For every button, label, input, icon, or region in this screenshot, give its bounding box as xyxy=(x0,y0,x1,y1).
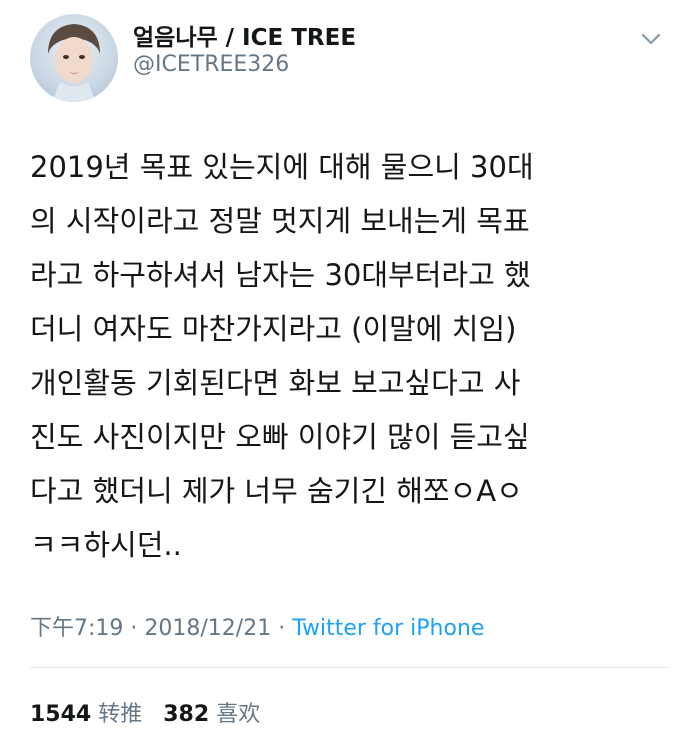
avatar[interactable] xyxy=(30,14,118,102)
tweet-card: 얼음나무 / ICE TREE @ICETREE326 2019년 목표 있는지… xyxy=(0,0,690,748)
retweet-label[interactable]: 转推 xyxy=(98,702,142,727)
tweet-time: 下午7:19 xyxy=(30,616,124,641)
like-label[interactable]: 喜欢 xyxy=(216,702,260,727)
tweet-source-link[interactable]: Twitter for iPhone xyxy=(292,616,484,641)
tweet-meta: 下午7:19 · 2018/12/21 · Twitter for iPhone xyxy=(30,610,484,642)
tweet-stats: 1544 转推 382 喜欢 xyxy=(30,696,274,728)
like-count[interactable]: 382 xyxy=(163,702,209,727)
retweet-count[interactable]: 1544 xyxy=(30,702,91,727)
tweet-text: 2019년 목표 있는지에 대해 물으니 30대 의 시작이라고 정말 멋지게 … xyxy=(30,150,534,562)
divider xyxy=(30,667,668,668)
meta-separator-2: · xyxy=(271,616,293,641)
chevron-down-icon[interactable] xyxy=(640,28,662,50)
meta-separator: · xyxy=(123,616,145,641)
user-handle[interactable]: @ICETREE326 xyxy=(133,52,289,77)
tweet-date: 2018/12/21 xyxy=(144,616,272,641)
profile-photo-icon xyxy=(48,24,100,102)
display-name[interactable]: 얼음나무 / ICE TREE xyxy=(133,18,356,52)
